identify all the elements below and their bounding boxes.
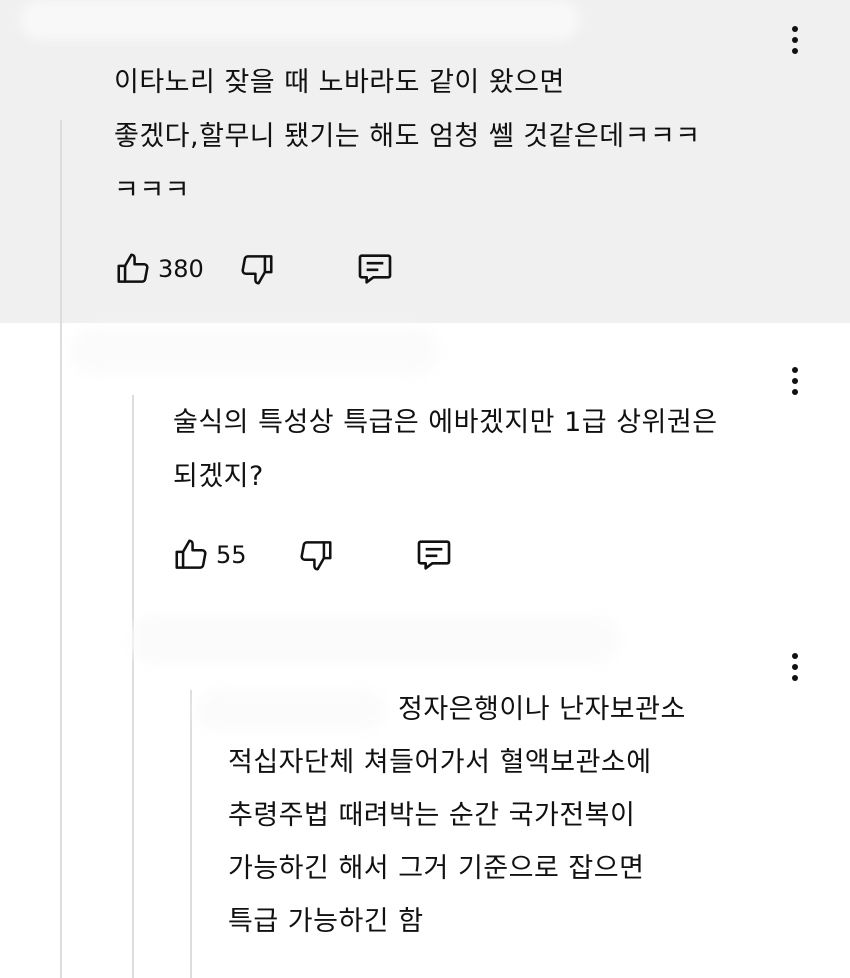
like-count: 55 bbox=[216, 541, 247, 569]
reply-comment-icon bbox=[413, 535, 455, 575]
reply-button[interactable] bbox=[354, 249, 396, 289]
more-options-button[interactable] bbox=[783, 650, 807, 684]
redacted-area bbox=[20, 0, 580, 40]
comment-actions: 55 bbox=[172, 535, 455, 575]
redacted-area bbox=[130, 615, 620, 665]
thumb-up-icon bbox=[172, 536, 210, 574]
comment-text-line: ㅋㅋㅋ bbox=[114, 175, 191, 206]
reply-comment-icon bbox=[354, 249, 396, 289]
dislike-button[interactable] bbox=[297, 536, 335, 574]
more-options-button[interactable] bbox=[783, 364, 807, 398]
comment-text-line: 정자은행이나 난자보관소 bbox=[398, 694, 686, 725]
thumb-down-icon bbox=[238, 250, 276, 288]
thumb-down-icon bbox=[297, 536, 335, 574]
comment-text-line: 적십자단체 쳐들어가서 혈액보관소에 bbox=[228, 747, 652, 778]
comment-text-line: 좋겠다,할무니 됐기는 해도 엄청 쎌 것같은데ㅋㅋㅋ bbox=[114, 121, 701, 152]
like-count: 380 bbox=[158, 255, 204, 283]
comment-text-line: 술식의 특성상 특급은 에바겠지만 1급 상위권은 bbox=[173, 407, 718, 438]
reply-button[interactable] bbox=[413, 535, 455, 575]
dislike-button[interactable] bbox=[238, 250, 276, 288]
more-vert-icon bbox=[792, 26, 798, 32]
thread-line bbox=[132, 395, 134, 978]
comment-text-line: 특급 가능하긴 함 bbox=[228, 906, 424, 937]
more-vert-icon bbox=[792, 653, 798, 659]
thread-line bbox=[190, 690, 192, 978]
redacted-area bbox=[70, 328, 440, 374]
comment-actions: 380 bbox=[114, 249, 396, 289]
comment-text-line: 되겠지? bbox=[173, 461, 264, 492]
thumb-up-icon bbox=[114, 250, 152, 288]
like-button[interactable]: 55 bbox=[172, 536, 247, 574]
like-button[interactable]: 380 bbox=[114, 250, 204, 288]
comment-text-line: 가능하긴 해서 그거 기준으로 잡으면 bbox=[228, 853, 645, 884]
more-options-button[interactable] bbox=[783, 23, 807, 57]
comment-text-line: 이타노리 잦을 때 노바라도 같이 왔으면 bbox=[114, 67, 565, 98]
thread-line bbox=[60, 120, 62, 978]
more-vert-icon bbox=[792, 367, 798, 373]
comment-text-line: 추령주법 때려박는 순간 국가전복이 bbox=[228, 800, 636, 831]
redacted-area bbox=[195, 690, 385, 730]
